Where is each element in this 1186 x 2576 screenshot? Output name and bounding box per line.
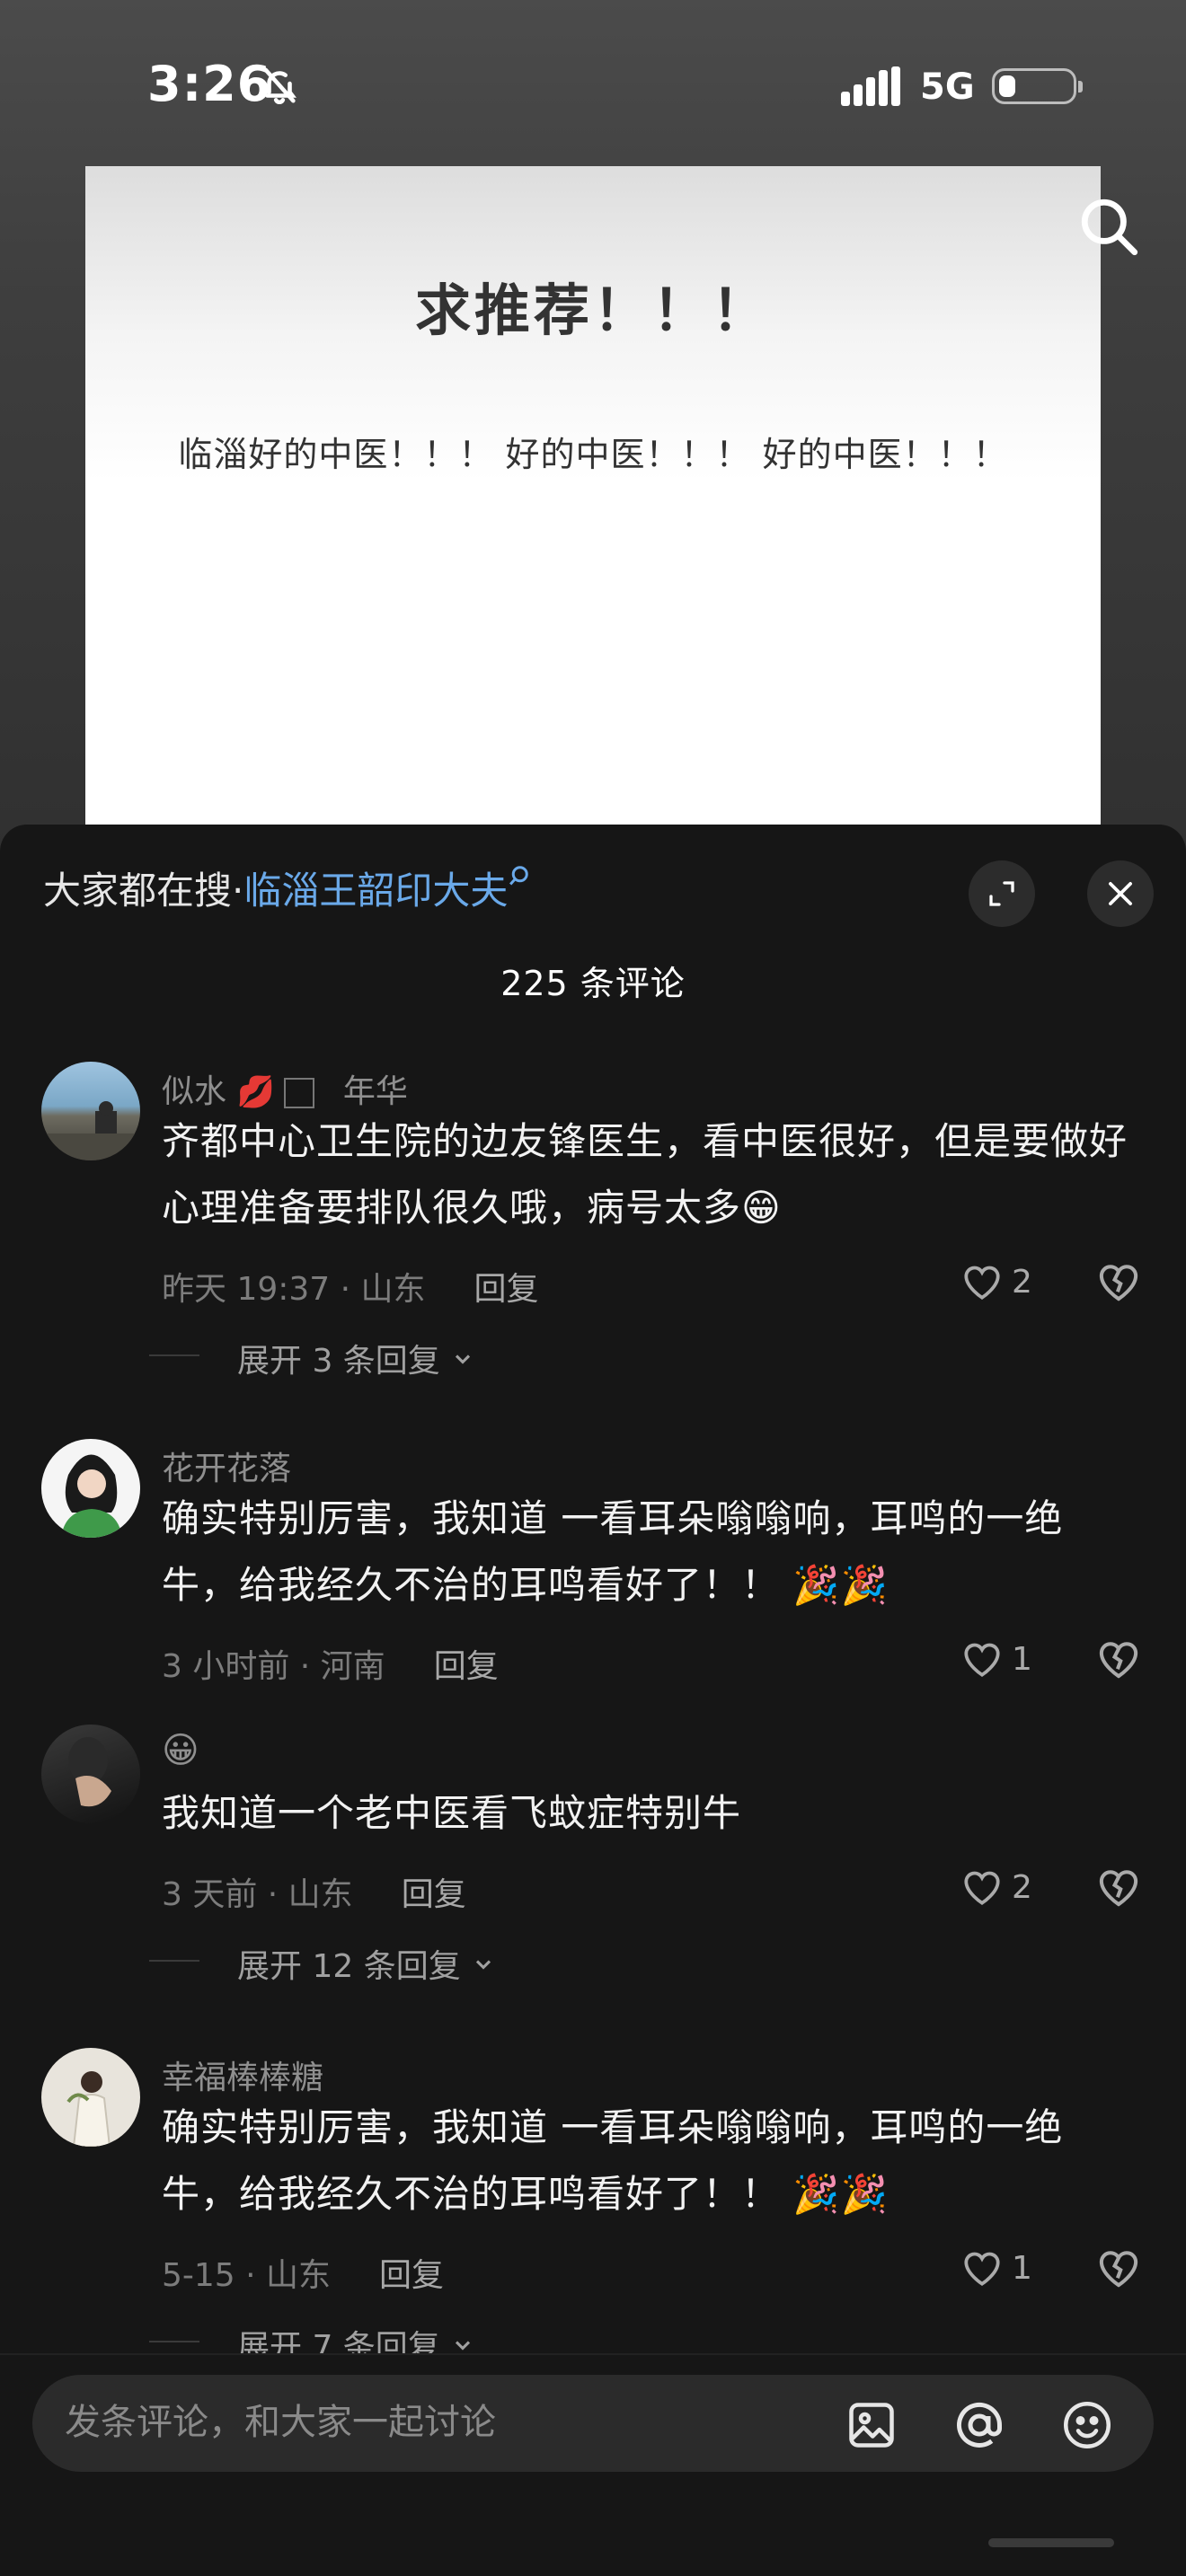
lips-emoji: 💋 — [236, 1074, 275, 1110]
avatar-image — [66, 2071, 111, 2147]
comment-panel: 大家都在搜·临淄王韶印大夫 225 条评论 似水 💋 年华 齐都中心卫生院的边友锋… — [0, 825, 1186, 2576]
hot-search-separator: · — [232, 869, 244, 913]
image-icon[interactable] — [845, 2398, 898, 2452]
reply-button[interactable]: 回复 — [379, 2257, 444, 2294]
comment-username[interactable]: 😀 — [162, 1730, 199, 1771]
heart-icon — [964, 1871, 1000, 1905]
comment-count: 225 条评论 — [500, 964, 686, 1003]
comment-username[interactable]: 似水 💋 年华 — [162, 1065, 408, 1112]
post-title: 求推荐！！！ — [414, 278, 771, 343]
avatar[interactable] — [41, 1062, 140, 1160]
comment-text: 我知道一个老中医看飞蚊症特别牛 — [162, 1791, 742, 1835]
expand-icon — [989, 881, 1014, 906]
comment-meta: 5-15 · 山东 回复 — [162, 2249, 444, 2296]
heart-icon — [964, 1266, 1000, 1300]
chevron-down-icon — [456, 1354, 471, 1364]
emoji-icon[interactable] — [1060, 2398, 1114, 2452]
like-count: 1 — [1012, 2249, 1032, 2287]
search-icon[interactable] — [1076, 194, 1143, 260]
comment-input-container[interactable] — [32, 2375, 1154, 2472]
broken-heart-icon[interactable] — [1094, 1257, 1143, 1306]
mini-search-icon — [509, 866, 529, 886]
signal-icon — [841, 66, 900, 106]
comment-time-location: 5-15 · 山东 — [162, 2257, 332, 2294]
reply-button[interactable]: 回复 — [474, 1271, 539, 1308]
heart-icon — [964, 2252, 1000, 2286]
like-button[interactable]: 2 — [960, 1257, 1049, 1306]
avatar-image — [68, 1737, 111, 1807]
comment-meta: 3 小时前 · 河南 回复 — [162, 1640, 499, 1687]
comment-text: 确实特别厉害，我知道 一看耳朵嗡嗡响，耳鸣的一绝牛，给我经久不治的耳鸣看好了！！… — [162, 1496, 1064, 1607]
home-indicator — [988, 2538, 1114, 2547]
network-label: 5G — [920, 66, 975, 108]
user-badge-icon — [283, 1078, 314, 1108]
avatar[interactable] — [41, 2048, 140, 2147]
hot-search[interactable]: 大家都在搜·临淄王韶印大夫 — [43, 860, 535, 915]
broken-heart-icon[interactable] — [1094, 2244, 1143, 2292]
bell-off-icon — [263, 67, 296, 105]
comment-text: 齐都中心卫生院的边友锋医生，看中医很好，但是要做好心理准备要排队很久哦，病号太多… — [162, 1119, 1128, 1230]
expand-replies[interactable]: 展开 12 条回复 — [149, 1940, 496, 1987]
comment-meta: 昨天 19:37 · 山东 回复 — [162, 1263, 539, 1310]
comment-username[interactable]: 花开花落 — [162, 1442, 291, 1489]
comment-input[interactable] — [65, 2402, 819, 2443]
like-count: 1 — [1012, 1640, 1032, 1678]
battery-icon — [992, 68, 1083, 104]
avatar-image — [41, 1101, 140, 1160]
avatar-image — [61, 1454, 122, 1538]
like-button[interactable]: 2 — [960, 1863, 1049, 1911]
heart-icon — [964, 1643, 1000, 1677]
like-count: 2 — [1012, 1868, 1032, 1906]
comment-username[interactable]: 幸福棒棒糖 — [162, 2051, 323, 2098]
post-body: 临淄好的中医！！！ 好的中医！！！ 好的中医！！！ — [178, 435, 1008, 474]
chevron-down-icon — [476, 1960, 491, 1970]
user-tag: 年华 — [342, 1073, 408, 1110]
avatar[interactable] — [41, 1439, 140, 1538]
comment-time-location: 3 小时前 · 河南 — [162, 1648, 385, 1685]
broken-heart-icon[interactable] — [1094, 1635, 1143, 1683]
expand-replies-label: 展开 3 条回复 — [237, 1343, 440, 1380]
status-time: 3:26 — [147, 56, 272, 112]
like-count: 2 — [1012, 1263, 1032, 1301]
expand-replies-label: 展开 12 条回复 — [237, 1948, 461, 1985]
like-button[interactable]: 1 — [960, 1635, 1049, 1683]
hot-search-prefix: 大家都在搜 — [43, 869, 233, 913]
close-button[interactable] — [1087, 860, 1154, 927]
expand-button[interactable] — [969, 860, 1035, 927]
avatar[interactable] — [41, 1725, 140, 1823]
reply-button[interactable]: 回复 — [434, 1648, 499, 1685]
post-image[interactable]: 求推荐！！！ 临淄好的中医！！！ 好的中医！！！ 好的中医！！！ — [85, 166, 1101, 867]
expand-replies[interactable]: 展开 3 条回复 — [149, 1335, 475, 1381]
comment-time-location: 昨天 19:37 · 山东 — [162, 1271, 426, 1308]
post-background: 3:26 5G 求推荐！！！ 临淄好的中医！！！ 好的中医！！！ 好的中医！！！ — [0, 0, 1186, 867]
comment-meta: 3 天前 · 山东 回复 — [162, 1868, 466, 1915]
close-icon — [1109, 882, 1132, 905]
comment-text: 确实特别厉害，我知道 一看耳朵嗡嗡响，耳鸣的一绝牛，给我经久不治的耳鸣看好了！！… — [162, 2105, 1064, 2216]
at-icon[interactable] — [952, 2398, 1006, 2452]
comment-time-location: 3 天前 · 山东 — [162, 1876, 353, 1913]
hot-search-keyword[interactable]: 临淄王韶印大夫 — [243, 869, 508, 913]
reply-button[interactable]: 回复 — [402, 1876, 466, 1913]
broken-heart-icon[interactable] — [1094, 1863, 1143, 1911]
like-button[interactable]: 1 — [960, 2244, 1049, 2292]
